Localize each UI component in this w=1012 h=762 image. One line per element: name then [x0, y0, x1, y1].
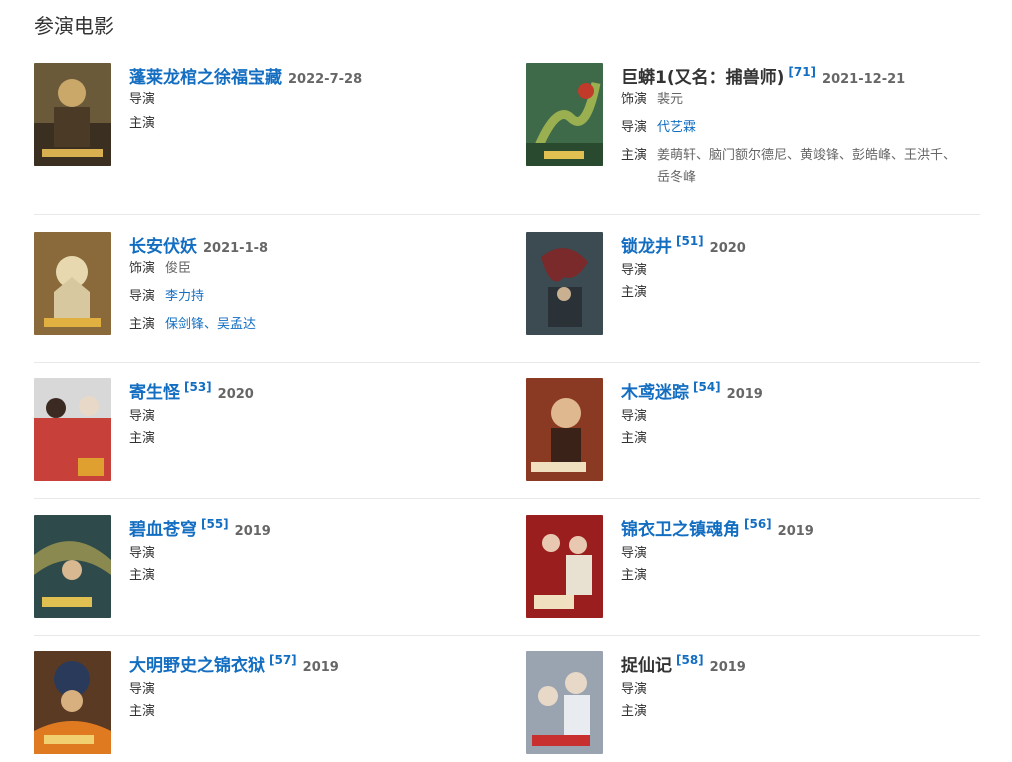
film-poster[interactable] [526, 651, 603, 754]
director-label: 导演 [621, 409, 648, 424]
cast-link[interactable]: 保剑锋、吴孟达 [165, 317, 256, 332]
director-field: 导演 代艺霖 [621, 117, 991, 139]
cast-label: 主演 [621, 704, 648, 719]
director-field: 导演 [129, 89, 499, 111]
release-date: 2019 [726, 387, 763, 402]
film-title-link[interactable]: 蓬莱龙棺之徐福宝藏 [129, 68, 282, 88]
cast-label: 主演 [129, 431, 156, 446]
cast-field: 主演 [129, 701, 499, 723]
director-field: 导演 [621, 543, 991, 565]
film-title: 捉仙记 [621, 656, 672, 676]
row-divider [34, 498, 980, 499]
cast-field: 主演 [621, 428, 991, 450]
reference-link[interactable]: [54] [693, 380, 721, 394]
cast-label: 主演 [129, 116, 156, 131]
reference-link[interactable]: [56] [744, 517, 772, 531]
film-title-link[interactable]: 锦衣卫之镇魂角 [621, 520, 740, 540]
release-date: 2021-12-21 [822, 72, 906, 87]
director-label: 导演 [129, 289, 156, 304]
cast-label: 主演 [129, 704, 156, 719]
director-field: 导演 [129, 406, 499, 428]
film-title-link[interactable]: 木鸢迷踪 [621, 383, 689, 403]
release-date: 2019 [234, 524, 271, 539]
role-label: 饰演 [621, 92, 648, 107]
cast-label: 主演 [621, 431, 648, 446]
director-label: 导演 [621, 263, 648, 278]
row-divider [34, 214, 980, 215]
role-value: 裴元 [657, 92, 684, 107]
cast-field: 主演 姜萌轩、脑门额尔德尼、黄竣锋、彭皓峰、王洪千、岳冬峰 [621, 145, 991, 189]
cast-label: 主演 [621, 568, 648, 583]
film-poster[interactable] [526, 232, 603, 335]
role-label: 饰演 [129, 261, 156, 276]
release-date: 2020 [217, 387, 254, 402]
reference-link[interactable]: [55] [201, 517, 229, 531]
release-date: 2021-1-8 [203, 241, 269, 256]
role-field: 饰演 俊臣 [129, 258, 499, 280]
reference-link[interactable]: [71] [788, 65, 816, 79]
director-label: 导演 [129, 546, 156, 561]
cast-field: 主演 [129, 428, 499, 450]
cast-field: 主演 [129, 565, 499, 587]
film-poster[interactable] [34, 651, 111, 754]
director-link[interactable]: 李力持 [165, 289, 204, 304]
director-label: 导演 [129, 682, 156, 697]
cast-field: 主演 [129, 113, 499, 135]
row-divider [34, 635, 980, 636]
director-label: 导演 [129, 92, 156, 107]
director-label: 导演 [621, 682, 648, 697]
release-date: 2019 [709, 660, 746, 675]
film-poster[interactable] [34, 515, 111, 618]
release-date: 2020 [709, 241, 746, 256]
filmography-page: 参演电影 蓬莱龙棺之徐福宝藏 2022-7-28 导演 主演 巨蟒1(又名：捕兽师… [0, 0, 1012, 762]
film-poster[interactable] [34, 378, 111, 481]
director-field: 导演 [621, 260, 991, 282]
cast-label: 主演 [621, 148, 648, 163]
film-poster[interactable] [526, 515, 603, 618]
director-field: 导演 [129, 543, 499, 565]
cast-label: 主演 [129, 317, 156, 332]
film-poster[interactable] [34, 232, 111, 335]
director-field: 导演 [621, 406, 991, 428]
release-date: 2019 [302, 660, 339, 675]
cast-field: 主演 [621, 282, 991, 304]
film-poster[interactable] [526, 378, 603, 481]
cast-label: 主演 [621, 285, 648, 300]
role-field: 饰演 裴元 [621, 89, 991, 111]
film-poster[interactable] [526, 63, 603, 166]
film-poster[interactable] [34, 63, 111, 166]
reference-link[interactable]: [57] [269, 653, 297, 667]
reference-link[interactable]: [51] [676, 234, 704, 248]
film-title-link[interactable]: 寄生怪 [129, 383, 180, 403]
film-title-link[interactable]: 长安伏妖 [129, 237, 197, 257]
cast-label: 主演 [129, 568, 156, 583]
cast-field: 主演 [621, 565, 991, 587]
director-field: 导演 [621, 679, 991, 701]
director-field: 导演 李力持 [129, 286, 499, 308]
director-link[interactable]: 代艺霖 [657, 120, 696, 135]
release-date: 2022-7-28 [288, 72, 363, 87]
cast-field: 主演 保剑锋、吴孟达 [129, 314, 499, 336]
film-title-link[interactable]: 大明野史之锦衣狱 [129, 656, 265, 676]
reference-link[interactable]: [58] [676, 653, 704, 667]
director-label: 导演 [621, 120, 648, 135]
film-title: 巨蟒1(又名：捕兽师) [621, 68, 785, 88]
director-label: 导演 [129, 409, 156, 424]
role-value: 俊臣 [165, 261, 192, 276]
section-title: 参演电影 [34, 14, 114, 38]
cast-field: 主演 [621, 701, 991, 723]
film-title-link[interactable]: 锁龙井 [621, 237, 672, 257]
director-field: 导演 [129, 679, 499, 701]
release-date: 2019 [777, 524, 814, 539]
cast-value: 姜萌轩、脑门额尔德尼、黄竣锋、彭皓峰、王洪千、岳冬峰 [657, 148, 957, 185]
director-label: 导演 [621, 546, 648, 561]
reference-link[interactable]: [53] [184, 380, 212, 394]
film-title-link[interactable]: 碧血苍穹 [129, 520, 197, 540]
row-divider [34, 362, 980, 363]
